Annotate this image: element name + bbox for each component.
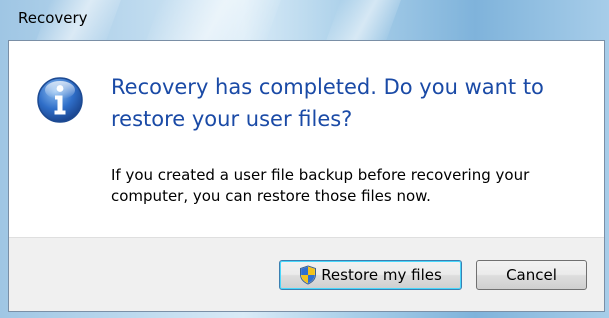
shield-icon bbox=[300, 265, 317, 285]
dialog-client-area: Recovery has completed. Do you want to r… bbox=[8, 40, 605, 312]
dialog-content: Recovery has completed. Do you want to r… bbox=[9, 41, 604, 237]
cancel-button[interactable]: Cancel bbox=[476, 260, 587, 290]
dialog-window: Recovery Recovery has completed. Do you … bbox=[0, 0, 609, 318]
button-area: Restore my files Cancel bbox=[9, 237, 604, 311]
content-text: If you created a user file backup before… bbox=[111, 166, 530, 205]
restore-my-files-button[interactable]: Restore my files bbox=[279, 260, 462, 290]
cancel-button-label: Cancel bbox=[506, 266, 557, 284]
window-bottom-frame bbox=[0, 312, 609, 318]
restore-button-label: Restore my files bbox=[321, 266, 442, 284]
window-title: Recovery bbox=[18, 9, 88, 27]
title-bar[interactable]: Recovery bbox=[0, 0, 609, 40]
info-icon bbox=[37, 77, 83, 123]
main-instruction: Recovery has completed. Do you want to r… bbox=[111, 75, 544, 131]
